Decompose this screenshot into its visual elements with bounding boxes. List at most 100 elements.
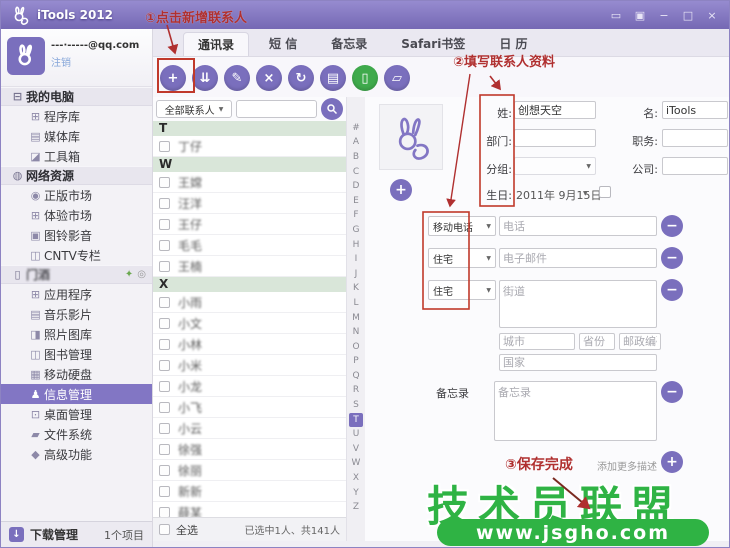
contact-checkbox[interactable] <box>159 485 170 497</box>
download-manager-bar[interactable]: ↓ 下载管理 1个项目 <box>1 521 152 547</box>
device-flash-icon[interactable]: ✦ <box>125 269 133 280</box>
alphabet-letter-Y[interactable]: Y <box>349 486 363 501</box>
logout-link[interactable]: 注销 <box>51 54 71 69</box>
contact-row[interactable]: 小林 <box>153 334 346 355</box>
alphabet-letter-P[interactable]: P <box>349 355 363 370</box>
sidebar-item-桌面管理[interactable]: ⊡ 桌面管理 <box>1 404 152 424</box>
open-file-button[interactable]: ▱ <box>384 65 410 91</box>
alphabet-letter-X[interactable]: X <box>349 471 363 486</box>
contact-checkbox[interactable] <box>159 140 170 152</box>
remove-phone-button[interactable]: − <box>661 215 683 237</box>
contact-checkbox[interactable] <box>159 296 170 308</box>
alphabet-letter-U[interactable]: U <box>349 427 363 442</box>
address-type-dropdown[interactable]: 住宅 ▼ <box>428 280 496 300</box>
sidebar-item-体验市场[interactable]: ⊞ 体验市场 <box>1 205 152 225</box>
tab-短信[interactable]: 短 信 <box>255 32 311 56</box>
contact-checkbox[interactable] <box>159 338 170 350</box>
alphabet-letter-#[interactable]: # <box>349 121 363 136</box>
contact-checkbox[interactable] <box>159 260 170 272</box>
alphabet-letter-Z[interactable]: Z <box>349 500 363 515</box>
feedback-icon[interactable]: ▭ <box>609 9 623 22</box>
contact-row[interactable]: 丁仔 <box>153 136 346 157</box>
contact-row[interactable]: 徐丽 <box>153 460 346 481</box>
birthday-checkbox[interactable] <box>599 186 611 198</box>
alphabet-letter-I[interactable]: I <box>349 252 363 267</box>
alphabet-letter-T[interactable]: T <box>349 412 363 428</box>
sidebar-item-图铃影音[interactable]: ▣ 图铃影音 <box>1 225 152 245</box>
email-type-dropdown[interactable]: 住宅 ▼ <box>428 248 496 268</box>
sidebar-item-照片图库[interactable]: ◨ 照片图库 <box>1 324 152 344</box>
sidebar-item-文件系统[interactable]: ▰ 文件系统 <box>1 424 152 444</box>
contact-checkbox[interactable] <box>159 218 170 230</box>
department-input[interactable] <box>514 129 596 147</box>
sidebar-section-header[interactable]: ⊟ 我的电脑 <box>1 87 152 106</box>
last-name-input[interactable] <box>514 101 596 119</box>
tab-通讯录[interactable]: 通讯录 <box>183 32 250 56</box>
sidebar-item-正版市场[interactable]: ◉ 正版市场 <box>1 185 152 205</box>
sidebar-section-header[interactable]: ◍ 网络资源 <box>1 166 152 185</box>
edit-contact-button[interactable]: ✎ <box>224 65 250 91</box>
contact-row[interactable]: 小飞 <box>153 397 346 418</box>
alphabet-letter-O[interactable]: O <box>349 340 363 355</box>
sidebar-item-信息管理[interactable]: ♟ 信息管理 <box>1 384 152 404</box>
alphabet-letter-S[interactable]: S <box>349 398 363 413</box>
company-input[interactable] <box>662 157 728 175</box>
contact-checkbox[interactable] <box>159 317 170 329</box>
maximize-icon[interactable]: □ <box>681 9 695 22</box>
province-input[interactable] <box>579 333 615 350</box>
sidebar-item-工具箱[interactable]: ◪ 工具箱 <box>1 146 152 166</box>
alphabet-letter-C[interactable]: C <box>349 165 363 180</box>
alphabet-letter-B[interactable]: B <box>349 150 363 165</box>
contact-checkbox[interactable] <box>159 239 170 251</box>
postcode-input[interactable] <box>619 333 661 350</box>
contact-row[interactable]: 新新 <box>153 481 346 502</box>
sidebar-item-移动硬盘[interactable]: ▦ 移动硬盘 <box>1 364 152 384</box>
contact-checkbox[interactable] <box>159 506 170 517</box>
contact-checkbox[interactable] <box>159 197 170 209</box>
alphabet-letter-K[interactable]: K <box>349 282 363 297</box>
alphabet-letter-D[interactable]: D <box>349 179 363 194</box>
sync-to-device-button[interactable]: ▯ <box>352 65 378 91</box>
contact-row[interactable]: 王嫦 <box>153 172 346 193</box>
alphabet-letter-L[interactable]: L <box>349 296 363 311</box>
remove-email-button[interactable]: − <box>661 247 683 269</box>
contact-checkbox[interactable] <box>159 380 170 392</box>
sidebar-item-图书管理[interactable]: ◫ 图书管理 <box>1 344 152 364</box>
contact-row[interactable]: 徐强 <box>153 439 346 460</box>
alphabet-letter-N[interactable]: N <box>349 325 363 340</box>
import-contacts-button[interactable]: ⇊ <box>192 65 218 91</box>
contact-row[interactable]: 小雨 <box>153 292 346 313</box>
delete-contact-button[interactable]: × <box>256 65 282 91</box>
tab-备忘录[interactable]: 备忘录 <box>317 32 381 56</box>
skin-icon[interactable]: ▣ <box>633 9 647 22</box>
sidebar-item-CNTV专栏[interactable]: ◫ CNTV专栏 <box>1 245 152 265</box>
select-all-checkbox[interactable] <box>159 524 170 535</box>
alphabet-letter-Q[interactable]: Q <box>349 369 363 384</box>
first-name-input[interactable] <box>662 101 728 119</box>
contact-checkbox[interactable] <box>159 422 170 434</box>
alphabet-letter-E[interactable]: E <box>349 194 363 209</box>
city-input[interactable] <box>499 333 575 350</box>
email-input[interactable] <box>499 248 657 268</box>
sidebar-item-媒体库[interactable]: ▤ 媒体库 <box>1 126 152 146</box>
contact-row[interactable]: 小云 <box>153 418 346 439</box>
sidebar-device-header[interactable]: ▯ 门酒 ✦ ◎ <box>1 265 152 284</box>
remove-address-button[interactable]: − <box>661 279 683 301</box>
contact-checkbox[interactable] <box>159 176 170 188</box>
contact-search-input[interactable] <box>236 100 317 118</box>
close-icon[interactable]: × <box>705 9 719 22</box>
alphabet-letter-R[interactable]: R <box>349 384 363 399</box>
chevron-down-icon[interactable]: ▼ <box>583 190 588 197</box>
refresh-contacts-button[interactable]: ↻ <box>288 65 314 91</box>
alphabet-letter-M[interactable]: M <box>349 311 363 326</box>
street-input[interactable] <box>499 280 657 328</box>
contact-row[interactable]: 汪洋 <box>153 193 346 214</box>
remove-memo-button[interactable]: − <box>661 381 683 403</box>
alphabet-letter-H[interactable]: H <box>349 238 363 253</box>
add-contact-button[interactable]: + <box>160 65 186 91</box>
alphabet-letter-G[interactable]: G <box>349 223 363 238</box>
phone-type-dropdown[interactable]: 移动电话 ▼ <box>428 216 496 236</box>
minimize-icon[interactable]: − <box>657 9 671 22</box>
alphabet-letter-A[interactable]: A <box>349 136 363 151</box>
contact-row[interactable]: 王仔 <box>153 214 346 235</box>
